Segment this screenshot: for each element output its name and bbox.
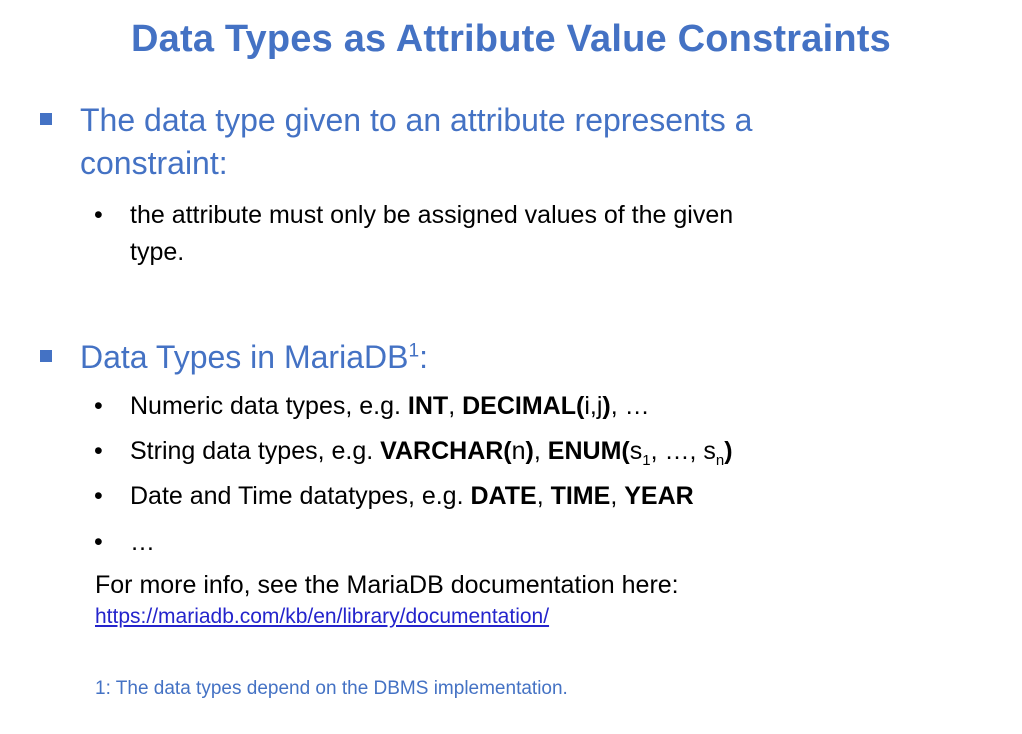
enum-close: ) — [724, 437, 733, 465]
type-varchar: VARCHAR( — [380, 437, 512, 465]
item-ellipsis: • … — [94, 524, 155, 561]
varchar-close: ) — [525, 437, 534, 465]
sep: , — [533, 437, 548, 465]
type-date: DATE — [470, 482, 537, 510]
enum-mid: , …, — [650, 437, 704, 465]
decimal-args: i,j — [584, 392, 603, 420]
round-bullet-icon: • — [94, 437, 103, 465]
ellipsis-text: … — [130, 528, 155, 556]
sep: , — [448, 392, 463, 420]
enum-s1: s — [629, 437, 643, 465]
round-bullet-icon: • — [94, 392, 103, 420]
bullet-constraint-line1: The data type given to an attribute repr… — [80, 102, 753, 138]
round-bullet-icon: • — [94, 482, 103, 510]
square-bullet-icon — [40, 350, 52, 362]
enum-sn: s — [703, 437, 716, 465]
numeric-prefix: Numeric data types, e.g. — [130, 392, 408, 420]
square-bullet-icon — [40, 113, 52, 125]
sep: , — [536, 482, 551, 510]
bullet-mariadb-text: Data Types in MariaDB — [80, 339, 409, 375]
enum-sn-sub: n — [715, 452, 725, 469]
sub-bullet-line1: the attribute must only be assigned valu… — [130, 201, 734, 229]
sub-bullet-assigned-values: • the attribute must only be assigned va… — [94, 197, 734, 271]
enum-s1-sub: 1 — [642, 452, 651, 469]
string-prefix: String data types, e.g. — [130, 437, 381, 465]
round-bullet-icon: • — [94, 201, 103, 229]
mariadb-docs-link[interactable]: https://mariadb.com/kb/en/library/docume… — [95, 605, 549, 629]
slide-title: Data Types as Attribute Value Constraint… — [131, 18, 891, 60]
footnote-marker: 1 — [408, 340, 420, 362]
item-date-time: • Date and Time datatypes, e.g. DATE, TI… — [94, 478, 694, 515]
varchar-arg: n — [511, 437, 526, 465]
item-string: • String data types, e.g. VARCHAR(n), EN… — [94, 433, 733, 470]
round-bullet-icon: • — [94, 528, 103, 556]
slide: Data Types as Attribute Value Constraint… — [0, 0, 1022, 734]
footnote: 1: The data types depend on the DBMS imp… — [95, 678, 568, 699]
more-info-text: For more info, see the MariaDB documenta… — [95, 571, 679, 599]
date-prefix: Date and Time datatypes, e.g. — [130, 482, 471, 510]
sep: , — [610, 482, 625, 510]
bullet-constraint-line2: constraint: — [80, 145, 228, 181]
type-decimal: DECIMAL( — [462, 392, 585, 420]
bullet-mariadb-types: Data Types in MariaDB1: — [40, 336, 428, 379]
type-year: YEAR — [624, 482, 694, 510]
type-time: TIME — [550, 482, 611, 510]
decimal-close: ) — [602, 392, 611, 420]
type-int: INT — [407, 392, 449, 420]
type-enum: ENUM( — [547, 437, 630, 465]
colon: : — [419, 339, 428, 375]
item-numeric: • Numeric data types, e.g. INT, DECIMAL(… — [94, 388, 650, 425]
sub-bullet-line2: type. — [130, 238, 185, 266]
numeric-suffix: , … — [610, 392, 650, 420]
bullet-constraint: The data type given to an attribute repr… — [40, 99, 753, 185]
